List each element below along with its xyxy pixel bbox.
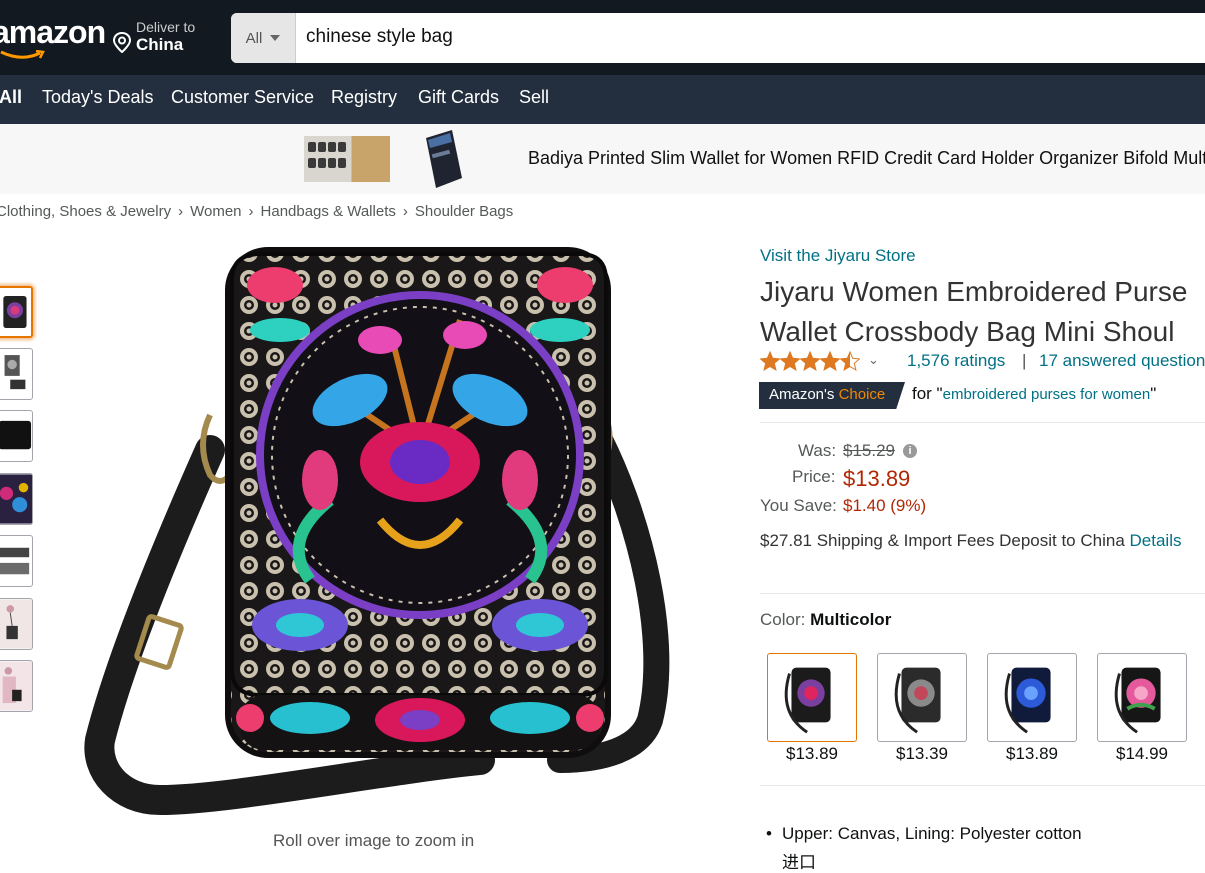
ad-product-title[interactable]: Badiya Printed Slim Wallet for Women RFI… [528,148,1205,169]
you-save-label: You Save: [760,496,837,515]
badge-label: Amazon's [769,386,835,403]
badge-query-link[interactable]: embroidered purses for women [943,386,1151,403]
badge-label-accent: Choice [838,386,886,403]
divider [760,422,1205,423]
color-swatch[interactable] [987,653,1077,742]
thumbnail-6[interactable] [0,598,33,650]
info-icon[interactable]: i [903,444,917,458]
price-label: Price: [792,467,836,486]
thumbnail-4[interactable] [0,473,33,525]
badge-for-text: for " [912,384,943,403]
feature-bullet-text: Upper: Canvas, Lining: Polyester cotton [782,824,1082,843]
secondary-nav-bar: All Today's Deals Customer Service Regis… [0,75,1205,124]
ad-product-image[interactable] [304,136,390,182]
badge-query: for "embroidered purses for women" [912,384,1156,404]
swatch-price: $13.89 [1006,744,1058,763]
thumbnail-3[interactable] [0,410,33,462]
color-selection: Color: Multicolor [760,610,891,630]
color-swatch[interactable] [767,653,857,742]
rating-separator: | [1022,351,1027,370]
breadcrumb-item[interactable]: Women [190,203,241,220]
answered-questions-link[interactable]: 17 answered questions [1039,351,1205,371]
amazon-logo[interactable]: amazon [0,14,106,51]
star-rating-icon[interactable] [760,350,860,372]
location-pin-icon [112,31,132,53]
breadcrumb-item[interactable]: Shoulder Bags [415,203,513,220]
store-link[interactable]: Visit the Jiyaru Store [760,246,916,266]
chevron-down-icon[interactable]: ⌄ [868,352,879,368]
thumbnail-5[interactable] [0,535,33,587]
color-label: Color: [760,610,806,629]
nav-todays-deals[interactable]: Today's Deals [42,87,154,108]
breadcrumb: Clothing, Shoes & Jewelry › Women › Handbags… [0,203,513,220]
shipping-text: $27.81 Shipping & Import Fees Deposit to… [760,531,1125,550]
search-input[interactable]: chinese style bag [306,13,453,63]
was-price: $15.29 [843,441,895,460]
nav-all-menu[interactable]: All [0,87,22,108]
thumbnail-7[interactable] [0,660,33,712]
swatch-price: $13.89 [786,744,838,763]
shipping-info: $27.81 Shipping & Import Fees Deposit to… [760,531,1181,551]
deliver-to-country: China [136,35,184,54]
color-swatch[interactable] [877,653,967,742]
product-title-line: Jiyaru Women Embroidered Purse [760,276,1188,307]
was-label: Was: [798,441,837,460]
search-bar: All chinese style bag [231,13,1205,63]
swatch-price: $14.99 [1116,744,1168,763]
top-nav-bar: amazon Deliver to China All chinese styl… [0,0,1205,75]
nav-registry[interactable]: Registry [331,87,397,108]
shipping-details-link[interactable]: Details [1130,531,1182,550]
ratings-count-link[interactable]: 1,576 ratings [907,351,1005,371]
ad-wallet-image[interactable] [418,128,468,192]
nav-customer-service[interactable]: Customer Service [171,87,314,108]
divider [760,785,1205,786]
feature-bullet-continued: 进口 [782,853,816,872]
nav-sell[interactable]: Sell [519,87,549,108]
badge-close-quote: " [1150,384,1157,403]
thumbnail-2[interactable] [0,348,33,400]
zoom-hint: Roll over image to zoom in [273,831,475,850]
current-price: $13.89 [843,466,911,491]
feature-bullet: Upper: Canvas, Lining: Polyester cotton [766,824,1082,844]
product-title-line: Wallet Crossbody Bag Mini Shoul [760,316,1175,347]
search-category-label: All [245,29,263,47]
breadcrumb-item[interactable]: Clothing, Shoes & Jewelry [0,203,171,220]
amazon-smile-icon [0,50,45,59]
swatch-price: $13.39 [896,744,948,763]
caret-down-icon [270,35,281,41]
breadcrumb-item[interactable]: Handbags & Wallets [261,203,396,220]
selected-color: Multicolor [810,610,892,629]
nav-gift-cards[interactable]: Gift Cards [418,87,499,108]
sponsored-ad-banner[interactable]: Badiya Printed Slim Wallet for Women RFI… [0,124,1205,194]
thumbnail-1[interactable] [0,286,33,338]
amazons-choice-badge: Amazon's Choice [759,382,905,409]
divider [760,593,1205,594]
you-save-value: $1.40 (9%) [843,496,927,515]
search-category-dropdown[interactable]: All [231,13,296,63]
main-product-image[interactable] [80,240,680,815]
color-swatch[interactable] [1097,653,1187,742]
product-title: Jiyaru Women Embroidered Purse Wallet Cr… [760,272,1205,352]
deliver-to-label: Deliver to [136,19,196,35]
